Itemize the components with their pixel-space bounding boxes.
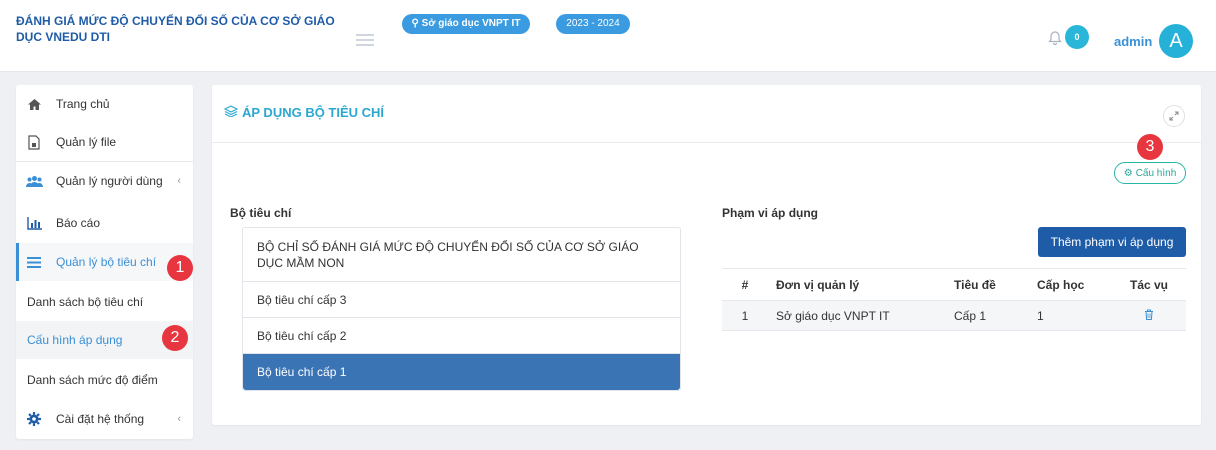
config-button-label: Cấu hình xyxy=(1135,167,1177,179)
card-header: ÁP DỤNG BỘ TIÊU CHÍ xyxy=(212,85,1201,143)
user-name[interactable]: admin xyxy=(1114,34,1152,49)
expand-icon[interactable] xyxy=(1163,105,1185,127)
trash-icon[interactable] xyxy=(1144,309,1154,323)
scope-section-label: Phạm vi áp dụng xyxy=(722,206,819,220)
callout-marker-3: 3 xyxy=(1137,134,1163,160)
gear-icon xyxy=(25,411,43,427)
criteria-section-label: Bộ tiêu chí xyxy=(230,206,292,220)
card-title-label: ÁP DỤNG BỘ TIÊU CHÍ xyxy=(242,105,385,120)
callout-marker-2: 2 xyxy=(162,325,188,351)
list-item[interactable]: Bộ tiêu chí cấp 3 xyxy=(243,282,680,318)
bell-icon[interactable] xyxy=(1047,30,1063,46)
scope-table: # Đơn vị quản lý Tiêu đề Cấp học Tác vụ … xyxy=(722,268,1186,331)
users-icon xyxy=(25,173,43,189)
sidebar-item-users[interactable]: Quản lý người dùng ‹ xyxy=(16,162,193,200)
column-header: # xyxy=(722,268,768,301)
home-icon xyxy=(25,96,43,112)
year-badge[interactable]: 2023 - 2024 xyxy=(556,14,630,34)
sidebar-item-label: Báo cáo xyxy=(56,216,101,230)
sidebar-item-files[interactable]: Quản lý file xyxy=(16,123,193,161)
table-row: 1 Sở giáo dục VNPT IT Cấp 1 1 xyxy=(722,300,1186,331)
location-pin-icon: ⚲ xyxy=(411,18,419,29)
apply-criteria-card: ÁP DỤNG BỘ TIÊU CHÍ 3 ⚙ Cấu hình Bộ tiêu… xyxy=(212,85,1201,425)
criteria-list: BỘ CHỈ SỐ ĐÁNH GIÁ MỨC ĐỘ CHUYỂN ĐỔI SỐ … xyxy=(242,227,681,391)
table-header-row: # Đơn vị quản lý Tiêu đề Cấp học Tác vụ xyxy=(722,268,1186,301)
gear-icon: ⚙ xyxy=(1123,167,1133,179)
top-header: ĐÁNH GIÁ MỨC ĐỘ CHUYỂN ĐỔI SỐ CỦA CƠ SỞ … xyxy=(0,0,1216,72)
table-cell: Cấp 1 xyxy=(946,300,1029,331)
chevron-left-icon: ‹ xyxy=(177,413,181,425)
delete-action-cell xyxy=(1112,300,1186,331)
list-item-selected[interactable]: Bộ tiêu chí cấp 1 xyxy=(243,354,680,390)
sidebar-item-settings[interactable]: Cài đặt hệ thống ‹ xyxy=(16,400,193,438)
page-title: ÁP DỤNG BỘ TIÊU CHÍ xyxy=(223,105,385,120)
app-title[interactable]: ĐÁNH GIÁ MỨC ĐỘ CHUYỂN ĐỔI SỐ CỦA CƠ SỞ … xyxy=(16,13,356,45)
chevron-left-icon: ‹ xyxy=(177,175,181,187)
bar-chart-icon xyxy=(25,215,43,231)
avatar[interactable]: A xyxy=(1159,24,1193,58)
file-icon xyxy=(25,134,43,150)
config-button[interactable]: ⚙ Cấu hình xyxy=(1114,162,1186,184)
table-cell: 1 xyxy=(722,300,768,331)
sidebar-item-label: Trang chủ xyxy=(56,97,110,111)
layers-icon xyxy=(223,105,239,120)
sidebar-item-label: Quản lý người dùng xyxy=(56,174,163,188)
sidebar-item-label: Quản lý bộ tiêu chí xyxy=(56,255,157,269)
sidebar: Trang chủ Quản lý file Quản lý người dùn… xyxy=(16,85,193,439)
sidebar-item-label: Quản lý file xyxy=(56,135,117,149)
callout-marker-1: 1 xyxy=(167,255,193,281)
sidebar-subitem-criteria-list[interactable]: Danh sách bộ tiêu chí xyxy=(16,283,193,321)
sidebar-item-criteria[interactable]: Quản lý bộ tiêu chí xyxy=(16,243,193,281)
list-item[interactable]: BỘ CHỈ SỐ ĐÁNH GIÁ MỨC ĐỘ CHUYỂN ĐỔI SỐ … xyxy=(243,228,680,282)
sidebar-item-label: Cài đặt hệ thống xyxy=(56,412,145,426)
column-header: Cấp học xyxy=(1029,268,1112,301)
column-header: Tác vụ xyxy=(1112,268,1186,301)
menu-toggle-icon[interactable] xyxy=(356,34,374,46)
sidebar-item-reports[interactable]: Báo cáo xyxy=(16,204,193,242)
unit-badge-label: Sở giáo dục VNPT IT xyxy=(421,18,521,29)
notification-count-badge: 0 xyxy=(1065,25,1089,49)
column-header: Đơn vị quản lý xyxy=(768,268,946,301)
table-cell: 1 xyxy=(1029,300,1112,331)
list-item[interactable]: Bộ tiêu chí cấp 2 xyxy=(243,318,680,354)
list-icon xyxy=(25,254,43,270)
column-header: Tiêu đề xyxy=(946,268,1029,301)
table-cell: Sở giáo dục VNPT IT xyxy=(768,300,946,331)
add-scope-button[interactable]: Thêm phạm vi áp dụng xyxy=(1038,227,1186,257)
sidebar-subitem-score-levels[interactable]: Danh sách mức độ điểm xyxy=(16,361,193,399)
unit-badge[interactable]: ⚲ Sở giáo dục VNPT IT xyxy=(402,14,530,34)
sidebar-item-home[interactable]: Trang chủ xyxy=(16,85,193,123)
